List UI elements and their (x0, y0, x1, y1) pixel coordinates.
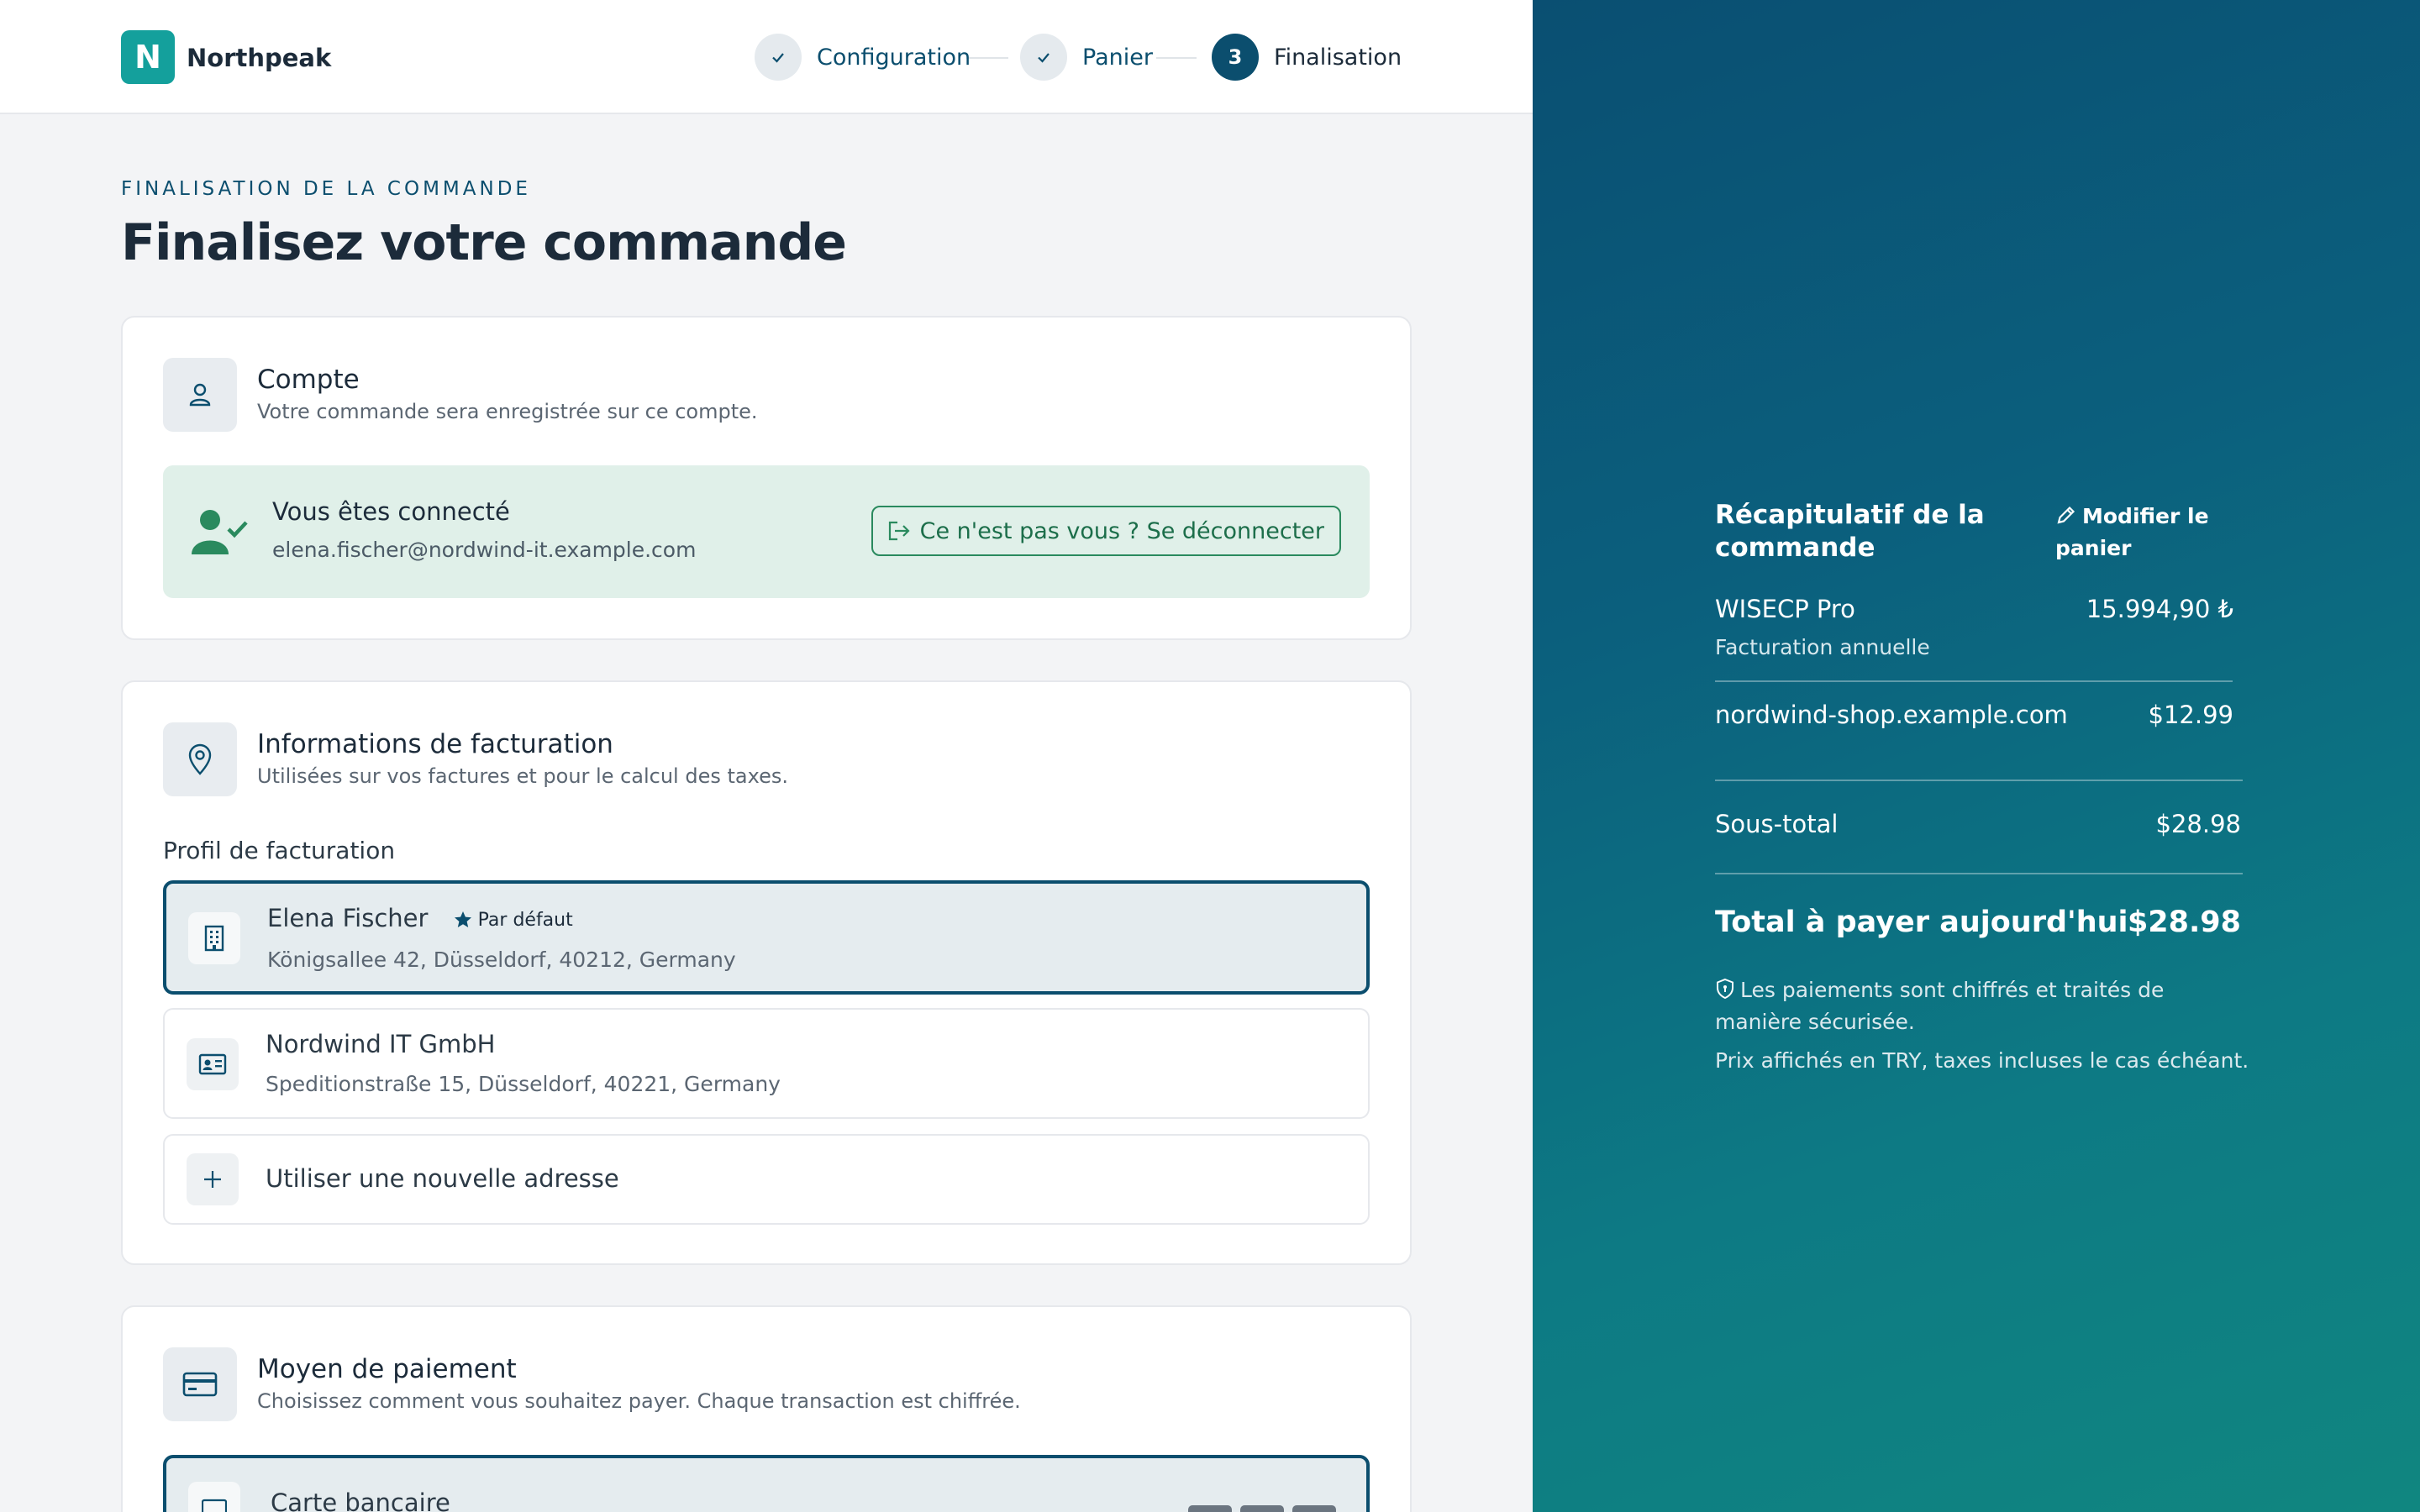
connected-banner: Vous êtes connecté elena.fischer@nordwin… (163, 465, 1370, 598)
connected-title: Vous êtes connecté (272, 497, 510, 526)
profile-name: Elena Fischer Par défaut (267, 904, 573, 932)
default-badge: Par défaut (453, 910, 573, 931)
subtotal-label: Sous-total (1715, 810, 1839, 838)
step-connector (1156, 57, 1197, 59)
checkout-main: N Northpeak Configuration Panier 3 Final… (0, 0, 1533, 1512)
profile-name: Nordwind IT GmbH (266, 1030, 496, 1058)
step-number: 3 (1212, 34, 1259, 81)
page-eyebrow: FINALISATION DE LA COMMANDE (121, 178, 531, 200)
order-summary-panel: Récapitulatif de la commande Modifier le… (1533, 0, 2420, 1512)
user-icon (163, 358, 237, 432)
total-value: $28.98 (2127, 906, 2241, 939)
check-icon (1020, 34, 1067, 81)
default-badge-label: Par défaut (477, 909, 573, 931)
id-card-icon (187, 1038, 239, 1090)
account-card: Compte Votre commande sera enregistrée s… (121, 316, 1412, 640)
step-configuration[interactable]: Configuration (755, 34, 971, 81)
account-title: Compte (257, 365, 360, 395)
card-brand-icons (1188, 1505, 1336, 1512)
star-icon (454, 911, 471, 927)
mastercard-icon (1240, 1505, 1284, 1512)
profile-address: Königsallee 42, Düsseldorf, 40212, Germa… (267, 948, 736, 972)
edit-cart-label: Modifier le panier (2055, 504, 2209, 560)
step-label: Panier (1082, 44, 1153, 71)
payment-title: Moyen de paiement (257, 1354, 517, 1384)
logout-icon (888, 521, 910, 541)
billing-title: Informations de facturation (257, 729, 613, 759)
payment-subtitle: Choisissez comment vous souhaitez payer.… (257, 1389, 1021, 1413)
account-subtitle: Votre commande sera enregistrée sur ce c… (257, 400, 758, 423)
brand-name[interactable]: Northpeak (187, 44, 331, 72)
new-address-label: Utiliser une nouvelle adresse (266, 1164, 619, 1193)
check-icon (755, 34, 802, 81)
profile-name-text: Elena Fischer (267, 904, 429, 932)
billing-profile-label: Profil de facturation (163, 837, 396, 864)
map-pin-icon (163, 722, 237, 796)
logout-label: Ce n'est pas vous ? Se déconnecter (919, 517, 1324, 544)
logout-button[interactable]: Ce n'est pas vous ? Se déconnecter (871, 506, 1341, 556)
header: N Northpeak Configuration Panier 3 Final… (0, 0, 1533, 114)
payment-method-card[interactable]: Carte bancaire (163, 1455, 1370, 1512)
page-title: Finalisez votre commande (121, 213, 847, 272)
credit-card-icon (163, 1347, 237, 1421)
account-email: elena.fischer@nordwind-it.example.com (272, 538, 697, 562)
billing-subtitle: Utilisées sur vos factures et pour le ca… (257, 764, 788, 788)
summary-item-name: nordwind-shop.example.com (1715, 701, 2068, 729)
summary-item-price: 15.994,90 ₺ (2086, 595, 2233, 623)
step-label: Configuration (817, 44, 971, 71)
billing-profile-nordwind[interactable]: Nordwind IT GmbH Speditionstraße 15, Düs… (163, 1008, 1370, 1119)
secure-note-text: Les paiements sont chiffrés et traités d… (1715, 978, 2165, 1034)
user-check-icon (190, 507, 249, 559)
step-connector (966, 57, 1008, 59)
summary-title: Récapitulatif de la commande (1715, 500, 1985, 563)
plus-icon (187, 1153, 239, 1205)
new-address-option[interactable]: Utiliser une nouvelle adresse (163, 1134, 1370, 1225)
visa-icon (1188, 1505, 1232, 1512)
summary-item-name: WISECP Pro (1715, 595, 1855, 623)
logo[interactable]: N (121, 30, 175, 84)
divider (1715, 873, 2243, 874)
pencil-icon (2057, 506, 2075, 524)
summary-item-price: $12.99 (2148, 701, 2233, 729)
divider (1715, 680, 2233, 682)
profile-address: Speditionstraße 15, Düsseldorf, 40221, G… (266, 1072, 781, 1096)
summary-item-sub: Facturation annuelle (1715, 635, 1930, 659)
step-finalisation: 3 Finalisation (1212, 34, 1402, 81)
divider (1715, 780, 2243, 781)
credit-card-icon (188, 1482, 240, 1512)
currency-note: Prix affichés en TRY, taxes incluses le … (1715, 1048, 2249, 1073)
building-icon (188, 912, 240, 964)
payment-method-label: Carte bancaire (271, 1488, 450, 1512)
total-label: Total à payer aujourd'hui (1715, 906, 2128, 939)
billing-card: Informations de facturation Utilisées su… (121, 680, 1412, 1265)
secure-note: Les paiements sont chiffrés et traités d… (1715, 974, 2253, 1038)
edit-cart-link[interactable]: Modifier le panier (2055, 501, 2223, 564)
payment-card: Moyen de paiement Choisissez comment vou… (121, 1305, 1412, 1512)
step-cart[interactable]: Panier (1020, 34, 1153, 81)
subtotal-value: $28.98 (2155, 810, 2241, 838)
amex-icon (1292, 1505, 1336, 1512)
billing-profile-elena[interactable]: Elena Fischer Par défaut Königsallee 42,… (163, 880, 1370, 995)
shield-icon (1717, 978, 1733, 1000)
step-label: Finalisation (1274, 44, 1402, 71)
